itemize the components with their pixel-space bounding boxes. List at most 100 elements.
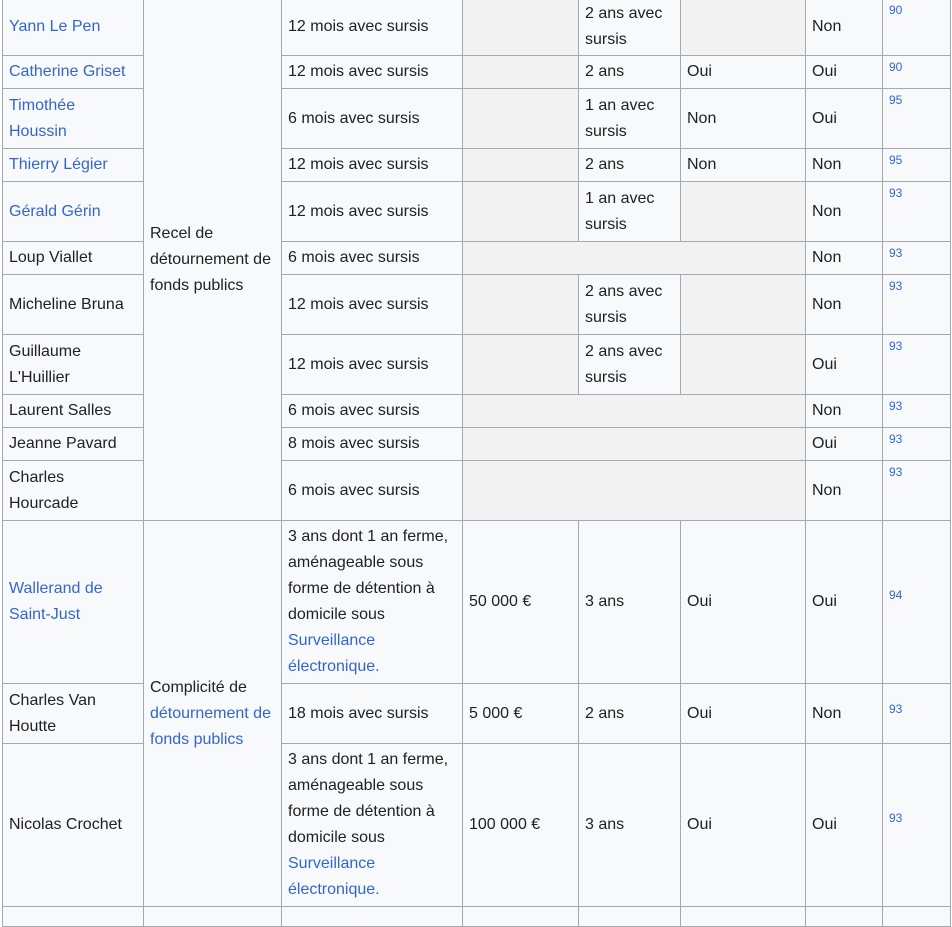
name-cell: Micheline Bruna (2, 274, 144, 335)
person-link[interactable]: Timothée Houssin (9, 97, 75, 140)
ineligibility-cell: 1 an avec sursis (578, 181, 681, 242)
person-link[interactable]: Wallerand de Saint-Just (9, 580, 103, 623)
name-cell[interactable]: Yann Le Pen (2, 0, 144, 56)
reference-link[interactable]: 94 (889, 588, 902, 602)
appeal-cell: Non (805, 148, 883, 182)
reference-link[interactable]: 93 (889, 702, 902, 716)
reference-cell: 90 (882, 0, 951, 56)
fine-cell: 100 000 € (462, 743, 579, 907)
provisional-cell: Oui (680, 55, 806, 89)
reference-link[interactable]: 93 (889, 339, 902, 353)
reference-cell: 93 (882, 394, 951, 428)
reference-cell: 95 (882, 88, 951, 149)
appeal-cell: Non (805, 241, 883, 275)
ineligibility-cell: 3 ans (578, 520, 681, 684)
reference-link[interactable]: 93 (889, 465, 902, 479)
empty-cell (462, 460, 806, 521)
reference-link[interactable]: 95 (889, 93, 902, 107)
ineligibility-cell: 2 ans (578, 55, 681, 89)
provisional-cell (680, 181, 806, 242)
sentence-cell: 8 mois avec sursis (281, 427, 463, 461)
sentence-cell: 12 mois avec sursis (281, 274, 463, 335)
reference-link[interactable]: 90 (889, 60, 902, 74)
appeal-cell: Non (805, 683, 883, 744)
sentence-cell: 3 ans dont 1 an ferme, aménageable sous … (281, 520, 463, 684)
sentence-cell: 3 ans dont 1 an ferme, aménageable sous … (281, 743, 463, 907)
appeal-cell: Oui (805, 743, 883, 907)
sentence-cell: 6 mois avec sursis (281, 241, 463, 275)
name-cell: Charles Hourcade (2, 460, 144, 521)
provisional-cell (680, 0, 806, 56)
sentence-cell: 6 mois avec sursis (281, 88, 463, 149)
ineligibility-cell: 2 ans avec sursis (578, 274, 681, 335)
empty-cell (462, 241, 806, 275)
name-cell: Guillaume L'Huillier (2, 334, 144, 395)
surveillance-link[interactable]: Surveillance électronique. (288, 855, 380, 898)
offense-link[interactable]: détournement de fonds publics (150, 705, 271, 748)
ineligibility-cell: 3 ans (578, 743, 681, 907)
reference-cell: 90 (882, 55, 951, 89)
reference-cell: 93 (882, 334, 951, 395)
ineligibility-cell: 2 ans (578, 148, 681, 182)
empty-cell (462, 427, 806, 461)
person-link[interactable]: Yann Le Pen (9, 18, 100, 35)
reference-link[interactable]: 90 (889, 3, 902, 17)
name-cell[interactable]: Thierry Légier (2, 148, 144, 182)
sentence-cell: 12 mois avec sursis (281, 181, 463, 242)
fine-cell (462, 88, 579, 149)
fine-cell (462, 0, 579, 56)
appeal-cell: Oui (805, 88, 883, 149)
surveillance-link[interactable]: Surveillance électronique. (288, 632, 380, 675)
ineligibility-cell: 1 an avec sursis (578, 88, 681, 149)
reference-cell: 93 (882, 427, 951, 461)
name-cell: Charles Van Houtte (2, 683, 144, 744)
name-cell[interactable]: Wallerand de Saint-Just (2, 520, 144, 684)
name-cell: Jeanne Pavard (2, 427, 144, 461)
appeal-cell: Non (805, 460, 883, 521)
fine-cell (462, 274, 579, 335)
provisional-cell: Non (680, 88, 806, 149)
person-link[interactable]: Catherine Griset (9, 63, 126, 80)
sentence-cell: 12 mois avec sursis (281, 334, 463, 395)
name-cell[interactable]: Catherine Griset (2, 55, 144, 89)
person-link[interactable]: Thierry Légier (9, 156, 108, 173)
provisional-cell: Oui (680, 743, 806, 907)
name-cell[interactable]: Timothée Houssin (2, 88, 144, 149)
reference-cell: 95 (882, 148, 951, 182)
offense-cell: Recel de détournement de fonds publics (143, 0, 282, 521)
name-cell: Nicolas Crochet (2, 743, 144, 907)
name-cell: Laurent Salles (2, 394, 144, 428)
reference-link[interactable]: 93 (889, 186, 902, 200)
ineligibility-cell: 2 ans avec sursis (578, 0, 681, 56)
reference-cell: 93 (882, 274, 951, 335)
sentence-cell: 12 mois avec sursis (281, 55, 463, 89)
appeal-cell: Oui (805, 427, 883, 461)
reference-cell: 93 (882, 241, 951, 275)
appeal-cell: Non (805, 181, 883, 242)
sentence-cell: 6 mois avec sursis (281, 460, 463, 521)
reference-link[interactable]: 93 (889, 279, 902, 293)
fine-cell: 50 000 € (462, 520, 579, 684)
sentence-cell: 12 mois avec sursis (281, 148, 463, 182)
reference-link[interactable]: 93 (889, 399, 902, 413)
reference-cell: 93 (882, 743, 951, 907)
reference-link[interactable]: 93 (889, 811, 902, 825)
person-link[interactable]: Gérald Gérin (9, 203, 101, 220)
appeal-cell: Oui (805, 55, 883, 89)
provisional-cell: Non (680, 148, 806, 182)
offense-prefix: Complicité de (150, 678, 247, 696)
reference-cell: 93 (882, 460, 951, 521)
empty-cell (462, 394, 806, 428)
reference-link[interactable]: 93 (889, 246, 902, 260)
reference-cell: 93 (882, 181, 951, 242)
sentence-cell: 18 mois avec sursis (281, 683, 463, 744)
reference-link[interactable]: 93 (889, 432, 902, 446)
fine-cell (462, 334, 579, 395)
appeal-cell: Non (805, 0, 883, 56)
reference-link[interactable]: 95 (889, 153, 902, 167)
name-cell[interactable]: Gérald Gérin (2, 181, 144, 242)
name-cell: Loup Viallet (2, 241, 144, 275)
fine-cell (462, 148, 579, 182)
offense-label: Recel de détournement de fonds publics (150, 224, 271, 294)
sentence-cell: 12 mois avec sursis (281, 0, 463, 56)
